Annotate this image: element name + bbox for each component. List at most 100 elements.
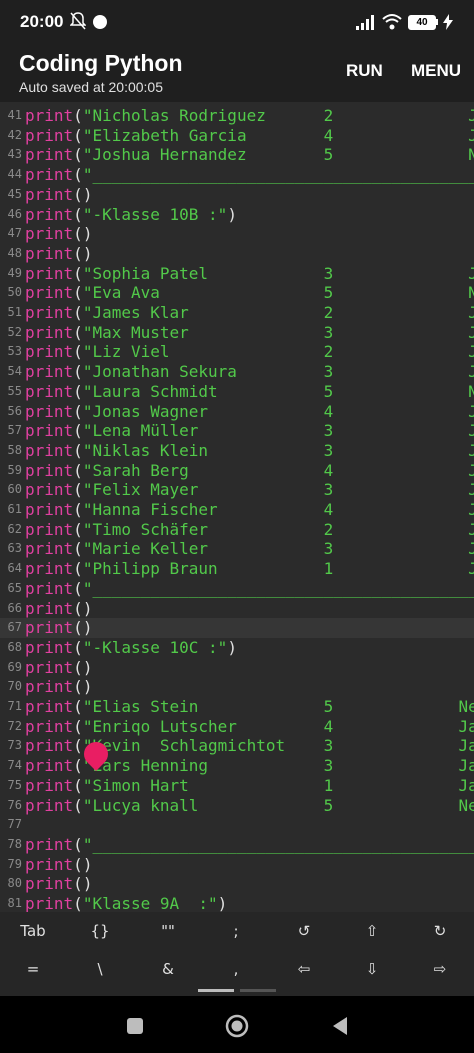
charging-icon	[442, 14, 454, 35]
code-line[interactable]: 54 print("Jonathan Sekura 3 Ja	[0, 362, 474, 382]
paren-token: (	[73, 637, 83, 657]
keyword-token: print	[25, 480, 74, 500]
code-line[interactable]: 51 print("James Klar 2 Ja	[0, 303, 474, 323]
symbol-key[interactable]: ,	[211, 960, 261, 978]
code-text: print()	[25, 244, 92, 264]
code-line[interactable]: 64 print("Philipp Braun 1 Ja	[0, 559, 474, 579]
code-line[interactable]: 45 print()	[0, 185, 474, 205]
keyword-token: print	[25, 874, 74, 894]
symbol-key[interactable]: ↺	[279, 922, 329, 940]
code-line[interactable]: 81 print("Klasse 9A :")	[0, 894, 474, 912]
keyword-token: print	[25, 756, 74, 776]
code-text: print("Liz Viel 2 Ja	[25, 342, 474, 362]
notifications-off-icon	[69, 12, 87, 35]
keyword-token: print	[25, 184, 74, 204]
keyword-token: print	[25, 283, 74, 303]
code-text: print()	[25, 677, 92, 697]
code-text: print()	[25, 658, 92, 678]
code-line[interactable]: 73 print("Kevin Schlagmichtot 3 Ja"	[0, 736, 474, 756]
code-line[interactable]: 70 print()	[0, 677, 474, 697]
system-navigation-bar	[0, 996, 474, 1053]
code-line[interactable]: 72 print("Enriqo Lutscher 4 Ja"	[0, 717, 474, 737]
symbol-key[interactable]: \	[75, 960, 125, 978]
code-line[interactable]: 77	[0, 815, 474, 835]
line-number: 45	[7, 186, 22, 201]
keyword-token: print	[25, 775, 74, 795]
code-editor[interactable]: 41 print("Nicholas Rodriguez 2 Ja 42 print(…	[0, 102, 474, 912]
code-line[interactable]: 52 print("Max Muster 3 Ja	[0, 323, 474, 343]
symbol-key[interactable]: ⇨	[415, 960, 465, 978]
string-token: "_______________________________________…	[82, 834, 474, 854]
code-line[interactable]: 79 print()	[0, 855, 474, 875]
code-line[interactable]: 78 print("_______________________________…	[0, 835, 474, 855]
code-line[interactable]: 57 print("Lena Müller 3 Ja	[0, 421, 474, 441]
code-line[interactable]: 67 print()	[0, 618, 474, 638]
string-token: "Joshua Hernandez 5 Ne	[82, 145, 474, 165]
back-icon[interactable]	[328, 1014, 352, 1038]
code-line[interactable]: 55 print("Laura Schmidt 5 Ne	[0, 382, 474, 402]
home-icon[interactable]	[225, 1014, 249, 1038]
string-token: "Lucya knall 5 Ne	[82, 795, 474, 815]
symbol-key[interactable]: ;	[211, 922, 261, 940]
code-text: print("Nicholas Rodriguez 2 Ja	[25, 106, 474, 126]
code-line[interactable]: 60 print("Felix Mayer 3 Ja	[0, 480, 474, 500]
code-line[interactable]: 66 print()	[0, 599, 474, 619]
code-line[interactable]: 53 print("Liz Viel 2 Ja	[0, 342, 474, 362]
code-line[interactable]: 71 print("Elias Stein 5 Ne	[0, 697, 474, 717]
code-line[interactable]: 41 print("Nicholas Rodriguez 2 Ja	[0, 106, 474, 126]
symbol-key[interactable]: ⇦	[279, 960, 329, 978]
keyboard-page-indicator	[240, 989, 276, 992]
code-line[interactable]: 69 print()	[0, 658, 474, 678]
string-token: "Eva Ava 5 Ne	[82, 283, 474, 303]
code-text: print()	[25, 185, 92, 205]
code-line[interactable]: 63 print("Marie Keller 3 Ja	[0, 539, 474, 559]
code-line[interactable]: 49 print("Sophia Patel 3 Ja	[0, 264, 474, 284]
line-number: 51	[7, 305, 22, 319]
code-line[interactable]: 48 print()	[0, 244, 474, 264]
code-line[interactable]: 58 print("Niklas Klein 3 Ja	[0, 441, 474, 461]
symbol-key[interactable]: {}	[75, 922, 125, 940]
paren-token: (	[73, 480, 83, 500]
battery-tip	[436, 19, 438, 25]
code-line[interactable]: 46 print("-Klasse 10B :")	[0, 205, 474, 225]
line-number: 76	[7, 797, 22, 812]
code-text: print("Simon Hart 1 Ja"	[25, 776, 474, 796]
paren-token: (	[73, 519, 83, 539]
string-token: "Sophia Patel 3 Ja	[82, 263, 474, 283]
symbol-key[interactable]: &	[143, 960, 193, 978]
line-number: 61	[7, 502, 22, 516]
symbol-key[interactable]: Tab	[8, 922, 58, 940]
code-line[interactable]: 76 print("Lucya knall 5 Ne	[0, 796, 474, 816]
code-line[interactable]: 56 print("Jonas Wagner 4 Ja	[0, 402, 474, 422]
recents-icon[interactable]	[123, 1014, 147, 1038]
code-line[interactable]: 50 print("Eva Ava 5 Ne	[0, 283, 474, 303]
keyword-token: print	[25, 618, 74, 638]
code-line[interactable]: 42 print("Elizabeth Garcia 4 Ja	[0, 126, 474, 146]
string-token: "Liz Viel 2 Ja	[82, 342, 474, 362]
run-button[interactable]: RUN	[346, 61, 383, 81]
code-line[interactable]: 80 print()	[0, 874, 474, 894]
code-line[interactable]: 44 print("_______________________________…	[0, 165, 474, 185]
code-text: print("Lena Müller 3 Ja	[25, 421, 474, 441]
code-line[interactable]: 62 print("Timo Schäfer 2 Ja	[0, 520, 474, 540]
code-line[interactable]: 74 print("Lars Henning 3 Ja"	[0, 756, 474, 776]
keyword-token: print	[25, 145, 74, 165]
code-line[interactable]: 65 print("_______________________________…	[0, 579, 474, 599]
paren-token: (	[73, 657, 83, 677]
code-line[interactable]: 47 print()	[0, 224, 474, 244]
code-line[interactable]: 75 print("Simon Hart 1 Ja"	[0, 776, 474, 796]
code-line[interactable]: 68 print("-Klasse 10C :")	[0, 638, 474, 658]
code-line[interactable]: 61 print("Hanna Fischer 4 Ja	[0, 500, 474, 520]
symbol-key[interactable]: ⇧	[347, 922, 397, 940]
line-number: 47	[7, 226, 22, 241]
code-line[interactable]: 59 print("Sarah Berg 4 Ja	[0, 461, 474, 481]
symbol-key[interactable]: ⇩	[347, 960, 397, 978]
symbol-key[interactable]: ↻	[415, 922, 465, 940]
symbol-key[interactable]: ""	[143, 922, 193, 940]
symbol-key[interactable]: =	[8, 960, 58, 978]
code-line[interactable]: 43 print("Joshua Hernandez 5 Ne	[0, 145, 474, 165]
code-text: print("Timo Schäfer 2 Ja	[25, 520, 474, 540]
line-number: 57	[7, 423, 22, 438]
menu-button[interactable]: MENU	[411, 61, 461, 81]
paren-token: (	[73, 677, 83, 697]
